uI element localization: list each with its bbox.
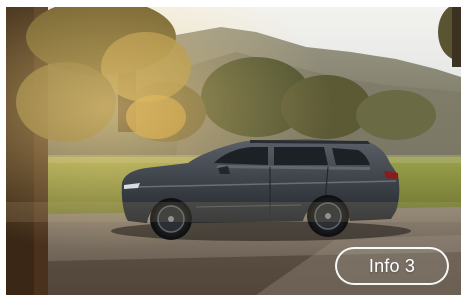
info-3-button[interactable]: Info 3 <box>335 247 449 285</box>
hero-card: Info 3 <box>6 7 461 295</box>
